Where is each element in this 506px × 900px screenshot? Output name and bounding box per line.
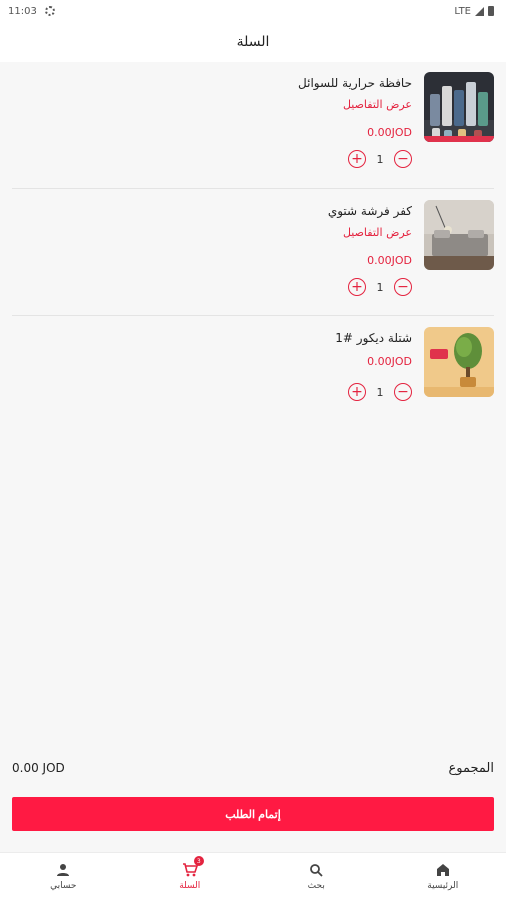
product-info: شتلة ديكور #1 0.00JOD: [112, 329, 412, 371]
product-price: 0.00JOD: [367, 254, 412, 267]
total-amount: 0.00 JOD: [12, 761, 65, 775]
nav-item-search[interactable]: بحث: [253, 853, 380, 900]
bed-cover-icon: [424, 200, 494, 270]
product-thumbnail[interactable]: [424, 72, 494, 142]
signal-icon: [475, 6, 484, 16]
battery-icon: [488, 6, 494, 16]
product-name: كفر فرشة شتوي: [327, 204, 412, 218]
divider: [12, 315, 494, 316]
minus-icon: −: [397, 279, 409, 295]
nav-label: السلة: [179, 881, 201, 891]
total-label: المجموع: [448, 760, 494, 776]
cart-item: شتلة ديكور #1 0.00JOD − 1 +: [12, 317, 494, 417]
product-thumbnail[interactable]: [424, 200, 494, 270]
product-info: كفر فرشة شتوي عرض التفاصيل 0.00JOD: [112, 202, 412, 270]
status-bar: 11:03 LTE: [0, 0, 506, 22]
product-name: حافظة حرارية للسوائل: [298, 76, 412, 90]
thermos-bottles-icon: [424, 72, 494, 142]
nav-label: حسابي: [50, 881, 77, 891]
nav-label: بحث: [307, 881, 325, 891]
person-icon: [56, 862, 70, 878]
nav-item-cart[interactable]: 3 السلة: [127, 853, 254, 900]
settings-gear-icon: [44, 6, 55, 16]
network-type: LTE: [454, 5, 471, 17]
product-price: 0.00JOD: [367, 355, 412, 368]
plus-icon: +: [351, 279, 363, 295]
product-price: 0.00JOD: [367, 126, 412, 139]
search-icon: [309, 862, 323, 878]
plus-icon: +: [351, 151, 363, 167]
increase-quantity-button[interactable]: +: [348, 278, 366, 296]
quantity-stepper: − 1 +: [348, 150, 412, 168]
quantity-value: 1: [376, 385, 384, 399]
decrease-quantity-button[interactable]: −: [394, 150, 412, 168]
product-name: شتلة ديكور #1: [335, 331, 412, 345]
divider: [12, 188, 494, 189]
decor-plant-icon: [424, 327, 494, 397]
cart-item: حافظة حرارية للسوائل عرض التفاصيل 0.00JO…: [12, 62, 494, 188]
cart-icon: 3: [182, 856, 204, 878]
nav-label: الرئيسية: [427, 881, 459, 891]
decrease-quantity-button[interactable]: −: [394, 278, 412, 296]
bottom-navigation: الرئيسية بحث 3 السلة حسابي: [0, 852, 506, 900]
cart-count-badge: 3: [193, 856, 204, 866]
nav-item-home[interactable]: الرئيسية: [380, 853, 506, 900]
minus-icon: −: [397, 384, 409, 400]
decrease-quantity-button[interactable]: −: [394, 383, 412, 401]
increase-quantity-button[interactable]: +: [348, 150, 366, 168]
cart-total: 0.00 JOD المجموع: [12, 758, 494, 778]
cart-item: كفر فرشة شتوي عرض التفاصيل 0.00JOD − 1 +: [12, 190, 494, 315]
quantity-value: 1: [376, 280, 384, 294]
quantity-stepper: − 1 +: [348, 278, 412, 296]
nav-item-account[interactable]: حسابي: [0, 853, 127, 900]
minus-icon: −: [397, 151, 409, 167]
product-thumbnail[interactable]: [424, 327, 494, 397]
checkout-button[interactable]: إتمام الطلب: [12, 797, 494, 831]
page-title: السلة: [236, 34, 270, 50]
quantity-value: 1: [376, 152, 384, 166]
quantity-stepper: − 1 +: [348, 383, 412, 401]
increase-quantity-button[interactable]: +: [348, 383, 366, 401]
home-icon: [436, 862, 450, 878]
app-bar: السلة: [0, 22, 506, 62]
view-details-link[interactable]: عرض التفاصيل: [112, 96, 412, 114]
plus-icon: +: [351, 384, 363, 400]
product-info: حافظة حرارية للسوائل عرض التفاصيل 0.00JO…: [112, 74, 412, 142]
status-time: 11:03: [8, 5, 37, 17]
view-details-link[interactable]: عرض التفاصيل: [112, 224, 412, 242]
